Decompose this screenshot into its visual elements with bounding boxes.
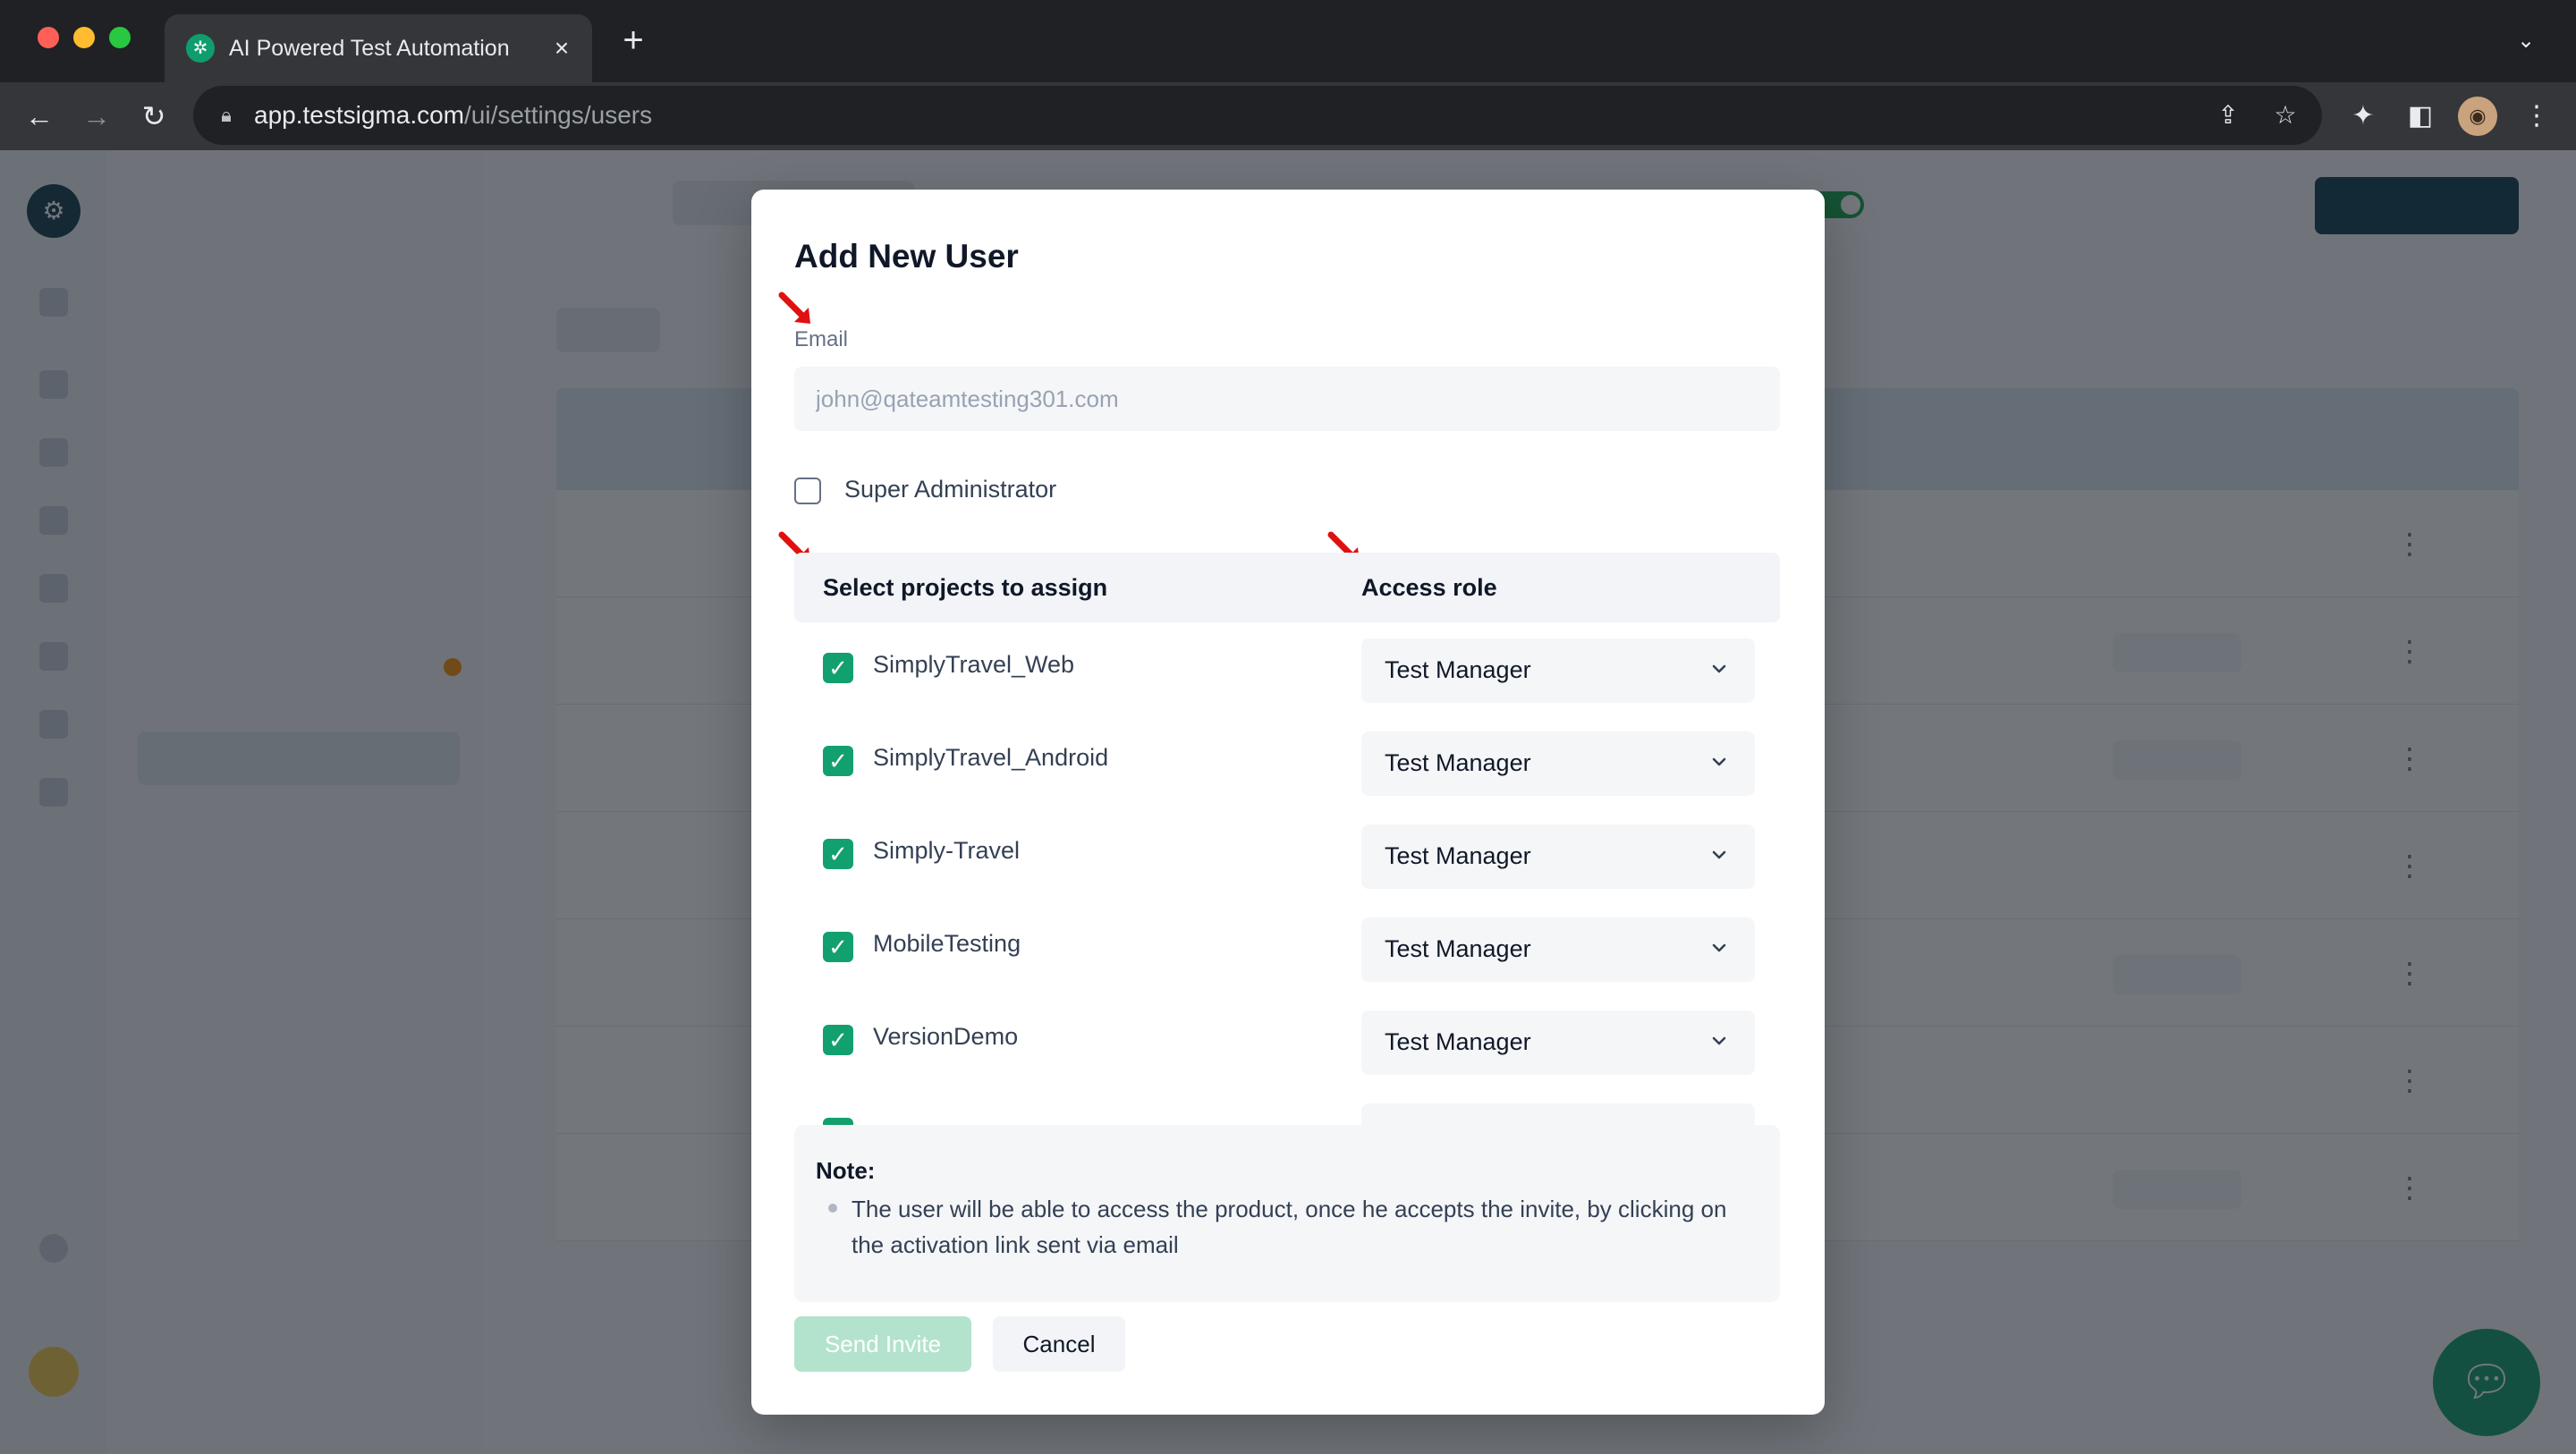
- access-role-value: Test Manager: [1385, 1028, 1531, 1055]
- arrow-left-icon[interactable]: ←: [20, 97, 59, 136]
- chevron-down-icon[interactable]: ⌄: [2512, 27, 2540, 55]
- email-input[interactable]: [794, 367, 1780, 431]
- arrow-right-icon[interactable]: →: [77, 97, 116, 136]
- profile-avatar[interactable]: ◉: [2458, 97, 2497, 136]
- project-row: ✓ SimplyTravel_Web Test Manager: [794, 622, 1780, 715]
- window-minimize-button[interactable]: [73, 27, 95, 48]
- project-checkbox[interactable]: ✓: [823, 1025, 853, 1055]
- project-checkbox[interactable]: ✓: [823, 839, 853, 869]
- project-name: Simply-Travel: [873, 837, 1021, 864]
- access-role-select[interactable]: Test Manager: [1361, 638, 1755, 703]
- access-role-value: Test Manager: [1385, 656, 1531, 683]
- add-new-user-dialog: Add New User Email Super Administrator S…: [751, 190, 1825, 1415]
- super-administrator-checkbox[interactable]: [794, 478, 821, 504]
- access-role-column-header: Access role: [1361, 574, 1497, 601]
- project-name: MobileTesting: [873, 930, 1021, 957]
- access-role-select[interactable]: Test Manager: [1361, 1010, 1755, 1075]
- access-role-select[interactable]: Test Manager: [1361, 731, 1755, 796]
- reload-icon[interactable]: ↻: [134, 97, 174, 136]
- annotation-arrow-icon: [778, 292, 810, 324]
- close-icon[interactable]: ×: [546, 32, 578, 64]
- note-text: The user will be able to access the prod…: [852, 1196, 1727, 1258]
- project-name: SimplyTravel_Web: [873, 651, 1075, 678]
- project-checkbox[interactable]: ✓: [823, 653, 853, 683]
- access-role-select[interactable]: Test Manager: [1361, 917, 1755, 982]
- project-name: SimplyTravel_Android: [873, 744, 1109, 771]
- puzzle-icon[interactable]: ✦: [2343, 97, 2383, 136]
- url-host: app.testsigma.com: [254, 101, 464, 129]
- project-row: ✓ MobileTesting Test Manager: [794, 901, 1780, 994]
- side-panel-icon[interactable]: ◧: [2401, 97, 2440, 136]
- window-maximize-button[interactable]: [109, 27, 131, 48]
- projects-column-header: Select projects to assign: [823, 574, 1108, 601]
- email-label: Email: [794, 327, 849, 351]
- access-role-select[interactable]: Test Manager: [1361, 824, 1755, 889]
- chevron-down-icon: [1712, 664, 1726, 673]
- tab-title: AI Powered Test Automation Pl: [229, 36, 515, 61]
- access-role-value: Test Manager: [1385, 935, 1531, 962]
- project-checkbox[interactable]: ✓: [823, 746, 853, 776]
- kebab-menu-icon[interactable]: ⋮: [2517, 97, 2556, 136]
- send-invite-button[interactable]: Send Invite: [794, 1316, 971, 1372]
- share-icon[interactable]: ⇪: [2211, 98, 2245, 132]
- address-bar[interactable]: 🔒︎ app.testsigma.com/ui/settings/users ⇪…: [193, 86, 2322, 145]
- browser-toolbar: ← → ↻ 🔒︎ app.testsigma.com/ui/settings/u…: [0, 82, 2576, 150]
- cancel-button[interactable]: Cancel: [993, 1316, 1125, 1372]
- project-row: ✓ SimplyTravel_Android Test Manager: [794, 715, 1780, 808]
- project-checkbox[interactable]: ✓: [823, 932, 853, 962]
- url-path: /ui/settings/users: [464, 101, 653, 129]
- access-role-value: Test Manager: [1385, 842, 1531, 869]
- testsigma-favicon-icon: ✲: [186, 34, 215, 63]
- note-title: Note:: [816, 1157, 876, 1184]
- access-role-value: Test Manager: [1385, 749, 1531, 776]
- chevron-down-icon: [1712, 850, 1726, 859]
- chevron-down-icon: [1712, 943, 1726, 952]
- projects-table-header: Select projects to assign Access role: [794, 553, 1780, 622]
- bullet-icon: [828, 1204, 837, 1213]
- project-name: VersionDemo: [873, 1023, 1019, 1050]
- dialog-title: Add New User: [794, 238, 1019, 275]
- browser-tab-bar: ✲ AI Powered Test Automation Pl × + ⌄: [0, 0, 2576, 82]
- window-close-button[interactable]: [38, 27, 59, 48]
- browser-tab[interactable]: ✲ AI Powered Test Automation Pl ×: [165, 14, 592, 82]
- project-row: ✓ VersionDemo Test Manager: [794, 994, 1780, 1087]
- star-icon[interactable]: ☆: [2268, 98, 2302, 132]
- chevron-down-icon: [1712, 1036, 1726, 1045]
- note-box: Note: The user will be able to access th…: [794, 1125, 1780, 1302]
- url-text: app.testsigma.com/ui/settings/users: [254, 98, 652, 132]
- plus-icon[interactable]: +: [615, 22, 651, 59]
- lock-icon[interactable]: 🔒︎: [215, 104, 238, 127]
- chevron-down-icon: [1712, 757, 1726, 766]
- project-row: ✓ Simply-Travel Test Manager: [794, 808, 1780, 901]
- super-administrator-label: Super Administrator: [844, 476, 1057, 503]
